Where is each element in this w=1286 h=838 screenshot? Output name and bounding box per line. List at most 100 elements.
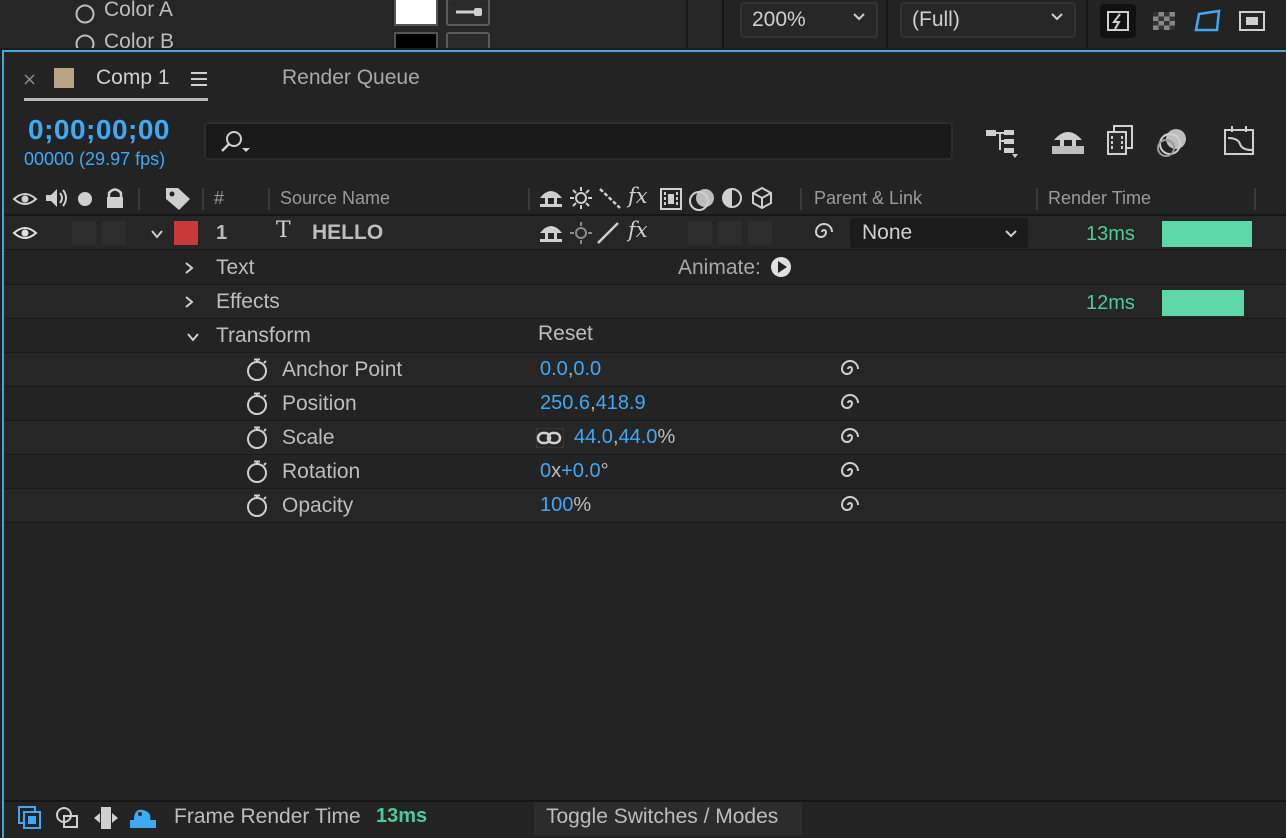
property-value-2[interactable]: 44.0 [619, 426, 658, 448]
property-value-1[interactable]: 0 [540, 460, 551, 482]
fast-previews-button[interactable] [1100, 4, 1136, 38]
composition-flowchart-icon[interactable] [984, 126, 1020, 158]
column-parent-link-header[interactable]: Parent & Link [814, 188, 922, 209]
constrain-proportions-link-icon[interactable] [536, 428, 564, 448]
stopwatch-icon[interactable] [245, 392, 269, 416]
property-value-1[interactable]: 250.6 [540, 392, 590, 414]
property-value-2[interactable]: 0.0 [573, 358, 601, 380]
layer-search-input[interactable] [204, 122, 953, 160]
in-out-pane-icon[interactable] [92, 804, 120, 832]
stopwatch-icon[interactable] [74, 32, 96, 48]
layer-name[interactable]: HELLO [312, 221, 383, 245]
property-value-1[interactable]: 44.0 [574, 426, 613, 448]
property-value[interactable]: 0.0,0.0 [540, 358, 601, 381]
graph-editor-icon[interactable] [1222, 124, 1258, 158]
chevron-right-icon[interactable] [182, 295, 196, 309]
effects-switch-icon[interactable]: fx [628, 218, 648, 242]
expression-pick-whip-icon[interactable] [838, 391, 862, 415]
frame-blend-toggle[interactable] [688, 221, 712, 245]
property-row-rotation[interactable] [4, 455, 1286, 489]
parent-dropdown[interactable]: None [850, 218, 1028, 248]
animate-label: Animate: [678, 256, 761, 279]
audio-column-icon[interactable] [44, 186, 70, 210]
effect-property-label: Color A [104, 0, 173, 21]
divider [886, 0, 888, 48]
current-time-display[interactable]: 0;00;00;00 [28, 114, 170, 146]
property-value[interactable]: 0x+0.0° [540, 460, 609, 483]
property-value-1[interactable]: 0.0 [540, 358, 568, 380]
resolution-dropdown[interactable]: (Full) [900, 2, 1076, 38]
lock-column-icon[interactable] [104, 186, 126, 210]
mask-visibility-button[interactable] [1190, 4, 1226, 38]
eyedropper-button-2[interactable] [446, 32, 490, 48]
divider [202, 188, 204, 210]
label-column-icon[interactable] [164, 186, 192, 210]
stopwatch-icon[interactable] [245, 494, 269, 518]
3d-layer-toggle[interactable] [748, 221, 772, 245]
column-render-time-header[interactable]: Render Time [1048, 188, 1151, 209]
panel-menu-icon[interactable] [191, 71, 207, 87]
motion-blur-switch-header-icon [689, 189, 714, 211]
chevron-right-icon[interactable] [182, 261, 196, 275]
reset-transform-link[interactable]: Reset [538, 322, 593, 346]
render-time-pane-icon[interactable] [128, 804, 158, 832]
motion-blur-icon[interactable] [1156, 126, 1190, 158]
shy-switch-icon[interactable] [538, 221, 566, 245]
property-value[interactable]: 100% [540, 494, 591, 517]
animate-menu-icon[interactable] [770, 256, 792, 278]
frame-blending-icon[interactable] [1104, 124, 1136, 156]
text-group-label[interactable]: Text [216, 256, 255, 280]
toggle-switches-modes-button[interactable]: Toggle Switches / Modes [534, 802, 802, 836]
tab-render-queue[interactable]: Render Queue [282, 66, 420, 90]
stopwatch-icon[interactable] [245, 358, 269, 382]
divider [1036, 188, 1038, 210]
color-swatch-black[interactable] [394, 32, 438, 48]
region-of-interest-button[interactable] [1234, 4, 1270, 38]
expression-pick-whip-icon[interactable] [838, 493, 862, 517]
layer-switches-pane-icon[interactable] [16, 804, 44, 832]
property-value-1[interactable]: 100 [540, 494, 573, 516]
eyedropper-button[interactable] [446, 0, 490, 26]
eye-column-icon[interactable] [12, 190, 38, 208]
stopwatch-icon[interactable] [245, 460, 269, 484]
shy-switch-header-icon [540, 191, 562, 207]
parent-pick-whip-icon[interactable] [812, 220, 836, 244]
solo-toggle[interactable] [72, 221, 96, 245]
text-group-row[interactable] [4, 251, 1286, 285]
property-value-2[interactable]: 418.9 [596, 392, 646, 414]
motion-blur-toggle[interactable] [718, 221, 742, 245]
shy-layers-icon[interactable] [1050, 126, 1086, 156]
lock-toggle[interactable] [102, 221, 126, 245]
tab-comp-1[interactable]: Comp 1 [96, 66, 170, 90]
continuous-rasterize-switch-icon[interactable] [568, 221, 594, 245]
stopwatch-icon[interactable] [245, 426, 269, 450]
property-value[interactable]: 250.6,418.9 [540, 392, 646, 415]
chevron-down-icon[interactable] [150, 227, 164, 241]
property-value[interactable]: 44.0,44.0% [574, 426, 675, 449]
video-visibility-eye-icon[interactable] [12, 224, 38, 242]
transform-group-label[interactable]: Transform [216, 324, 311, 348]
close-tab-icon[interactable]: × [22, 69, 37, 90]
frame-render-time-label: Frame Render Time [174, 805, 361, 828]
effects-group-label[interactable]: Effects [216, 290, 280, 314]
stopwatch-icon[interactable] [74, 2, 96, 24]
solo-column-icon[interactable] [76, 190, 94, 208]
transfer-controls-pane-icon[interactable] [54, 804, 82, 832]
transparency-grid-button[interactable] [1146, 4, 1182, 38]
zoom-dropdown[interactable]: 200% [740, 2, 878, 38]
property-name: Anchor Point [282, 358, 403, 381]
property-value-2[interactable]: +0.0 [561, 460, 600, 482]
quality-switch-icon[interactable] [596, 221, 622, 245]
expression-pick-whip-icon[interactable] [838, 425, 862, 449]
layer-label-color[interactable] [174, 221, 198, 245]
quality-switch-header-icon [599, 188, 621, 209]
property-row-opacity[interactable] [4, 489, 1286, 523]
chevron-down-icon[interactable] [186, 330, 200, 344]
column-source-name-header[interactable]: Source Name [280, 188, 390, 209]
expression-pick-whip-icon[interactable] [838, 357, 862, 381]
property-row-anchor-point[interactable] [4, 353, 1286, 387]
color-swatch-white[interactable] [394, 0, 438, 26]
expression-pick-whip-icon[interactable] [838, 459, 862, 483]
chevron-down-icon [853, 13, 865, 21]
property-value-unit: % [657, 426, 676, 448]
